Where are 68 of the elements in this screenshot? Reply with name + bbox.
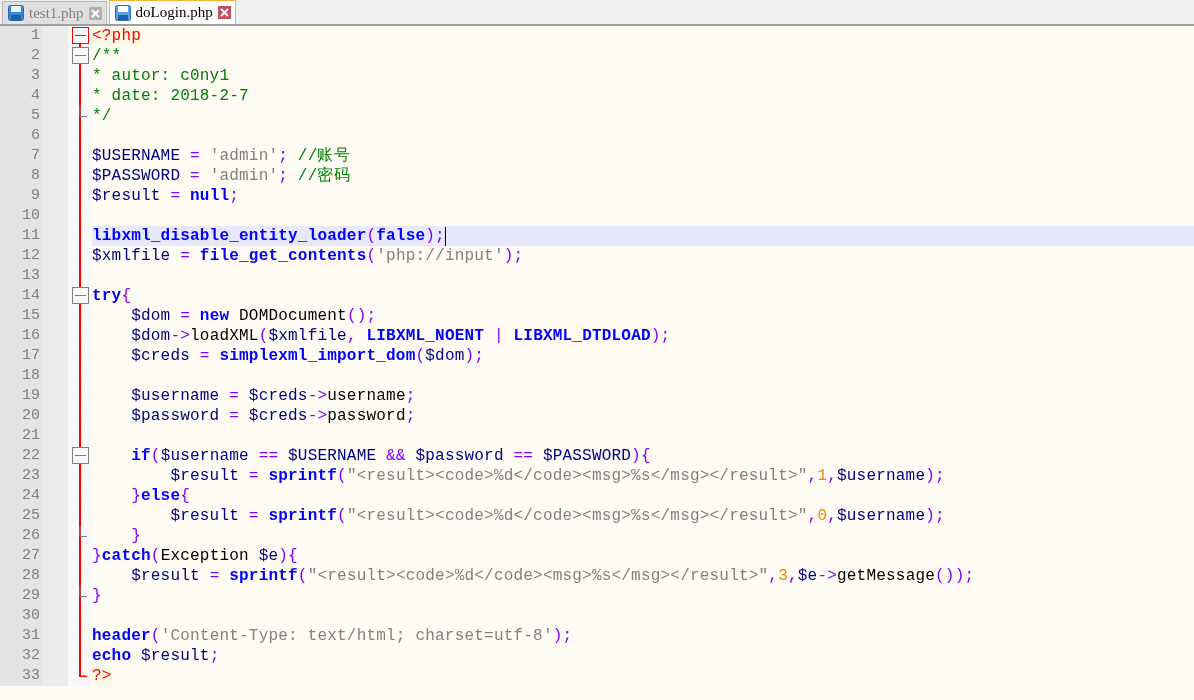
close-icon[interactable] xyxy=(88,6,102,20)
code-line: */ xyxy=(92,106,112,126)
line-number: 3 xyxy=(31,67,40,84)
code-line: try{ xyxy=(92,286,132,306)
line-number: 1 xyxy=(31,27,40,44)
code-line: $result = sprintf("<result><code>%d</code><msg>%s</msg></result>",3,$e->getMessage()); xyxy=(130,566,975,586)
code-line: if($username == $USERNAME && $password == $PASSWORD){ xyxy=(130,446,651,466)
line-number: 8 xyxy=(31,167,40,184)
code-line: }else{ xyxy=(130,486,191,506)
line-number: 27 xyxy=(22,547,40,564)
line-number: 18 xyxy=(22,367,40,384)
line-number: 32 xyxy=(22,647,40,664)
line-number: 31 xyxy=(22,627,40,644)
line-number: 28 xyxy=(22,567,40,584)
code-line: $USERNAME = 'admin'; //账号 xyxy=(92,146,350,166)
file-tab[interactable]: doLogin.php xyxy=(108,0,236,24)
line-number: 19 xyxy=(22,387,40,404)
fold-minus-icon[interactable] xyxy=(72,27,89,44)
line-number: 23 xyxy=(22,467,40,484)
code-line: /** xyxy=(92,46,122,66)
line-number: 20 xyxy=(22,407,40,424)
line-number: 11 xyxy=(22,227,40,244)
line-number: 14 xyxy=(22,287,40,304)
line-number: 12 xyxy=(22,247,40,264)
tab-label: test1.php xyxy=(29,4,84,22)
line-number: 29 xyxy=(22,587,40,604)
line-number: 25 xyxy=(22,507,40,524)
line-number: 5 xyxy=(31,107,40,124)
code-line: }catch(Exception $e){ xyxy=(92,546,298,566)
code-line: } xyxy=(92,586,102,606)
tab-label: doLogin.php xyxy=(135,4,213,21)
line-number: 7 xyxy=(31,147,40,164)
code-line: $result = sprintf("<result><code>%d</code><msg>%s</msg></result>",0,$username); xyxy=(169,506,945,526)
code-line: * autor: c0ny1 xyxy=(92,66,230,86)
line-number: 6 xyxy=(31,127,40,144)
code-line: libxml_disable_entity_loader(false); xyxy=(92,226,445,246)
line-number: 26 xyxy=(22,527,40,544)
fold-minus-icon[interactable] xyxy=(72,287,89,304)
line-number: 15 xyxy=(22,307,40,324)
fold-minus-icon[interactable] xyxy=(72,47,89,64)
line-number: 22 xyxy=(22,447,40,464)
code-line: $result = null; xyxy=(92,186,240,206)
line-number: 17 xyxy=(22,347,40,364)
code-line: $dom = new DOMDocument(); xyxy=(130,306,377,326)
line-number: 16 xyxy=(22,327,40,344)
code-line: $result = sprintf("<result><code>%d</code><msg>%s</msg></result>",1,$username); xyxy=(169,466,945,486)
line-number: 21 xyxy=(22,427,40,444)
line-number: 30 xyxy=(22,607,40,624)
code-line: } xyxy=(130,526,141,546)
line-number: 13 xyxy=(22,267,40,284)
line-number: 9 xyxy=(31,187,40,204)
line-number: 10 xyxy=(22,207,40,224)
line-number: 4 xyxy=(31,87,40,104)
close-icon[interactable] xyxy=(217,6,231,19)
code-line: * date: 2018-2-7 xyxy=(92,86,249,106)
code-line: $dom->loadXML($xmlfile, LIBXML_NOENT | LIBXML_DTDLOAD); xyxy=(130,326,671,346)
code-line: $password = $creds->password; xyxy=(130,406,416,426)
line-number: 24 xyxy=(22,487,40,504)
text-cursor xyxy=(444,226,446,246)
code-line: $PASSWORD = 'admin'; //密码 xyxy=(92,166,350,186)
code-line: $creds = simplexml_import_dom($dom); xyxy=(130,346,485,366)
line-number: 33 xyxy=(22,667,40,684)
line-number: 2 xyxy=(31,47,40,64)
fold-minus-icon[interactable] xyxy=(72,447,89,464)
code-line: header('Content-Type: text/html; charset=utf-8'); xyxy=(92,626,573,646)
code-line: $username = $creds->username; xyxy=(130,386,416,406)
code-line: $xmlfile = file_get_contents('php://input'); xyxy=(92,246,524,266)
code-line: echo $result; xyxy=(92,646,220,666)
